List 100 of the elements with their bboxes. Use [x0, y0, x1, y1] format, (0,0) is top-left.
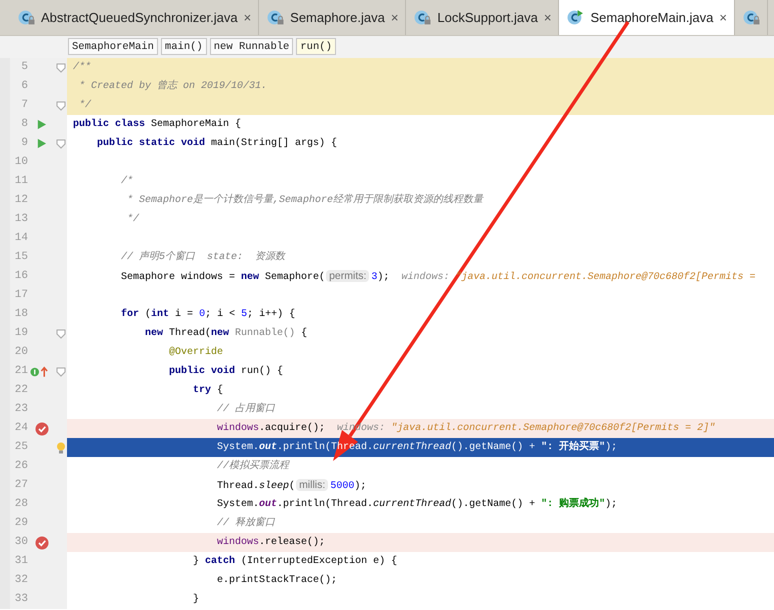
breakpoint-icon[interactable] — [34, 536, 48, 550]
line-number: 19 — [14, 326, 28, 341]
line-number: 16 — [14, 269, 28, 284]
close-icon[interactable]: × — [544, 10, 552, 25]
class-lock-icon — [414, 9, 432, 26]
parameter-hint: millis: — [296, 479, 328, 491]
fold-icon[interactable] — [56, 62, 66, 72]
line-number: 18 — [14, 307, 28, 322]
keyword: public class — [73, 119, 146, 130]
keyword: public static void — [96, 138, 206, 149]
run-icon[interactable] — [36, 119, 47, 130]
implements-icon[interactable] — [30, 366, 49, 378]
doc-comment: */ — [78, 100, 92, 111]
code-text: Semaphore( — [265, 272, 326, 283]
number-literal: 5000 — [330, 481, 354, 492]
line-number: 25 — [14, 440, 28, 455]
line-number: 17 — [14, 288, 28, 303]
line-number: 32 — [14, 573, 28, 588]
fold-icon[interactable] — [56, 138, 66, 148]
number-literal: 0 — [199, 309, 206, 320]
code-text: .acquire(); — [259, 423, 326, 434]
code-text: Thread. — [216, 481, 260, 492]
doc-comment: /** — [73, 62, 92, 73]
close-icon[interactable]: × — [719, 10, 727, 25]
line-number: 14 — [14, 231, 28, 246]
comment: * Semaphore是一个计数信号量,Semaphore经常用于限制获取资源的线程数量 — [126, 195, 484, 206]
code-text: e.printStackTrace(); — [216, 575, 338, 586]
comment: //模拟买票流程 — [216, 461, 290, 472]
breadcrumb-item[interactable]: SemaphoreMain — [68, 38, 158, 55]
breakpoint-icon[interactable] — [34, 422, 48, 436]
code-text: } — [192, 556, 200, 567]
code-text: Semaphore windows = — [120, 272, 236, 283]
line-number: 24 — [14, 421, 28, 436]
code-text: System. — [216, 499, 260, 510]
line-number: 30 — [14, 535, 28, 550]
close-icon[interactable]: × — [244, 10, 252, 25]
line-number: 5 — [20, 60, 28, 75]
comment: // 声明5个窗口 state: 资源数 — [120, 252, 286, 263]
line-number: 27 — [14, 478, 28, 493]
comment: */ — [126, 214, 140, 225]
line-number: 12 — [14, 193, 28, 208]
line-number: 7 — [20, 98, 28, 113]
breadcrumb-item[interactable]: run() — [296, 38, 336, 55]
fold-icon[interactable] — [56, 328, 66, 338]
class-lock-icon — [18, 9, 35, 26]
class-lock-icon — [267, 9, 284, 26]
tab-label: SemaphoreMain.java — [590, 10, 714, 25]
code-text: ().getName() + — [451, 442, 536, 453]
field-name: windows — [216, 537, 260, 548]
code-text: (InterruptedException e) { — [241, 556, 398, 567]
keyword: catch — [205, 556, 236, 567]
code-text: run() { — [241, 366, 284, 377]
class-run-icon — [567, 9, 584, 26]
parameter-hint: permits: — [326, 270, 370, 282]
line-number: 13 — [14, 212, 28, 227]
debug-label: windows: — [401, 272, 450, 283]
code-text: { — [300, 328, 308, 339]
code-text: ); — [354, 481, 366, 492]
number-literal: 3 — [371, 272, 378, 283]
static-field: out — [259, 499, 278, 510]
line-number: 31 — [14, 554, 28, 569]
editor-tab[interactable]: AbstractQueuedSynchronizer.java × — [10, 0, 260, 35]
line-number: 22 — [14, 383, 28, 398]
line-number: 6 — [20, 79, 28, 94]
tab-label: Semaphore.java — [290, 10, 385, 25]
keyword: new — [211, 328, 230, 339]
tab-label: LockSupport.java — [437, 10, 538, 25]
string-literal: ": 购票成功" — [541, 499, 606, 510]
code-text: ); — [605, 442, 618, 453]
line-number: 29 — [14, 516, 28, 531]
lightbulb-icon[interactable] — [56, 442, 66, 454]
line-number: 10 — [14, 155, 28, 170]
code-text: i = — [175, 309, 194, 320]
editor-tab[interactable]: SemaphoreMain.java × — [559, 0, 735, 35]
code-text: { — [217, 385, 224, 396]
editor-tab[interactable]: Semaphore.java × — [259, 0, 406, 35]
close-icon[interactable]: × — [390, 10, 398, 25]
comment: /* — [120, 176, 134, 187]
breadcrumb-item[interactable]: main() — [160, 38, 207, 55]
fold-icon[interactable] — [56, 100, 66, 110]
code-text: ( — [145, 309, 152, 320]
breadcrumb-item[interactable]: new Runnable — [210, 38, 294, 55]
code-text: SemaphoreMain { — [151, 119, 242, 130]
doc-comment: * Created by 曾志 on 2019/10/31. — [78, 81, 268, 92]
line-number: 26 — [14, 459, 28, 474]
keyword: int — [151, 309, 170, 320]
code-text: Thread( — [169, 328, 212, 339]
keyword: new — [241, 272, 260, 283]
code-text: } — [192, 594, 200, 605]
line-number: 8 — [20, 117, 28, 132]
method-call: currentThread — [373, 499, 452, 510]
run-icon[interactable] — [36, 138, 47, 149]
comment: // 释放窗口 — [216, 518, 276, 529]
code-text: ; i < — [205, 309, 236, 320]
code-text: ); — [377, 272, 390, 283]
tab-label: AbstractQueuedSynchronizer.java — [41, 10, 238, 25]
code-text: System. — [216, 442, 260, 453]
line-number: 23 — [14, 402, 28, 417]
fold-icon[interactable] — [56, 366, 66, 376]
line-number: 11 — [14, 174, 28, 189]
